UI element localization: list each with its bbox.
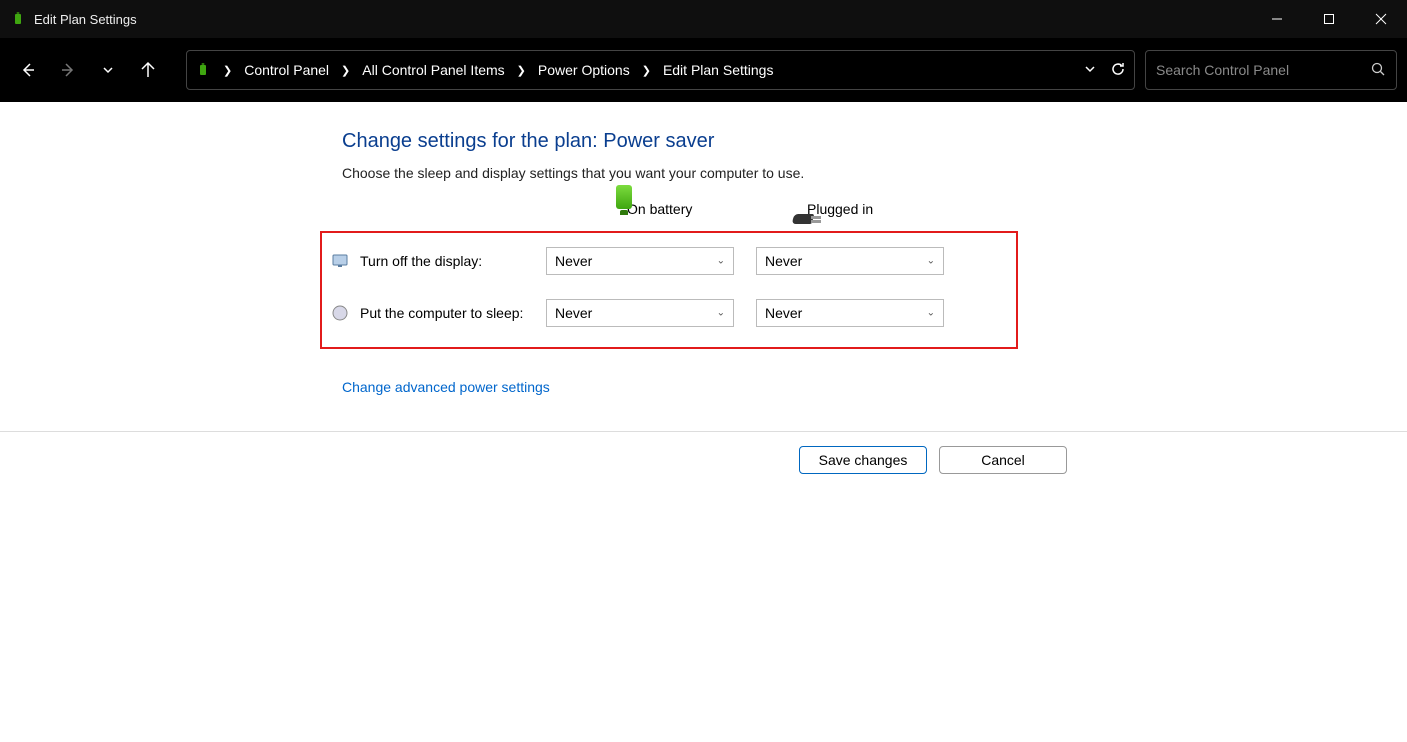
history-dropdown[interactable] [90, 52, 126, 88]
address-bar[interactable]: ❯ Control Panel ❯ All Control Panel Item… [186, 50, 1135, 90]
close-button[interactable] [1355, 0, 1407, 38]
column-plugged-label: Plugged in [807, 201, 873, 217]
breadcrumb-item[interactable]: Control Panel [238, 58, 335, 82]
column-battery-label: On battery [627, 201, 692, 217]
window-title: Edit Plan Settings [34, 12, 1251, 27]
row-label: Put the computer to sleep: [360, 305, 546, 321]
chevron-down-icon: ⌄ [717, 256, 725, 267]
breadcrumb-item[interactable]: All Control Panel Items [356, 58, 510, 82]
search-icon[interactable] [1370, 61, 1386, 80]
page-heading: Change settings for the plan: Power save… [342, 130, 1062, 153]
refresh-button[interactable] [1110, 61, 1126, 80]
search-box[interactable] [1145, 50, 1397, 90]
select-value: Never [555, 305, 592, 321]
search-input[interactable] [1156, 62, 1370, 78]
nav-bar: ❯ Control Panel ❯ All Control Panel Item… [0, 38, 1407, 102]
content-area: Change settings for the plan: Power save… [0, 102, 1407, 474]
breadcrumb-item[interactable]: Power Options [532, 58, 636, 82]
sleep-plugged-select[interactable]: Never ⌄ [756, 299, 944, 327]
select-value: Never [765, 253, 802, 269]
display-battery-select[interactable]: Never ⌄ [546, 247, 734, 275]
display-icon [328, 252, 352, 270]
address-bar-icon [195, 62, 211, 78]
setting-row-display: Turn off the display: Never ⌄ Never ⌄ [328, 247, 1004, 275]
chevron-right-icon[interactable]: ❯ [335, 64, 356, 77]
chevron-down-icon[interactable] [1084, 62, 1096, 78]
breadcrumb-item[interactable]: Edit Plan Settings [657, 58, 780, 82]
save-button[interactable]: Save changes [799, 446, 927, 474]
forward-button[interactable] [50, 52, 86, 88]
maximize-button[interactable] [1303, 0, 1355, 38]
back-button[interactable] [10, 52, 46, 88]
chevron-right-icon[interactable]: ❯ [511, 64, 532, 77]
column-headers: On battery Plugged in [342, 201, 1062, 217]
row-label: Turn off the display: [360, 253, 546, 269]
chevron-down-icon: ⌄ [717, 308, 725, 319]
page-subtitle: Choose the sleep and display settings th… [342, 165, 1062, 181]
display-plugged-select[interactable]: Never ⌄ [756, 247, 944, 275]
chevron-down-icon: ⌄ [927, 308, 935, 319]
sleep-icon [328, 304, 352, 322]
cancel-button[interactable]: Cancel [939, 446, 1067, 474]
chevron-down-icon: ⌄ [927, 256, 935, 267]
select-value: Never [765, 305, 802, 321]
chevron-right-icon[interactable]: ❯ [217, 64, 238, 77]
minimize-button[interactable] [1251, 0, 1303, 38]
app-icon [10, 11, 26, 27]
select-value: Never [555, 253, 592, 269]
setting-row-sleep: Put the computer to sleep: Never ⌄ Never… [328, 299, 1004, 327]
sleep-battery-select[interactable]: Never ⌄ [546, 299, 734, 327]
up-button[interactable] [130, 52, 166, 88]
footer: Save changes Cancel [0, 432, 1407, 474]
advanced-settings-link[interactable]: Change advanced power settings [342, 379, 550, 395]
chevron-right-icon[interactable]: ❯ [636, 64, 657, 77]
highlight-box: Turn off the display: Never ⌄ Never ⌄ Pu… [320, 231, 1018, 349]
title-bar: Edit Plan Settings [0, 0, 1407, 38]
